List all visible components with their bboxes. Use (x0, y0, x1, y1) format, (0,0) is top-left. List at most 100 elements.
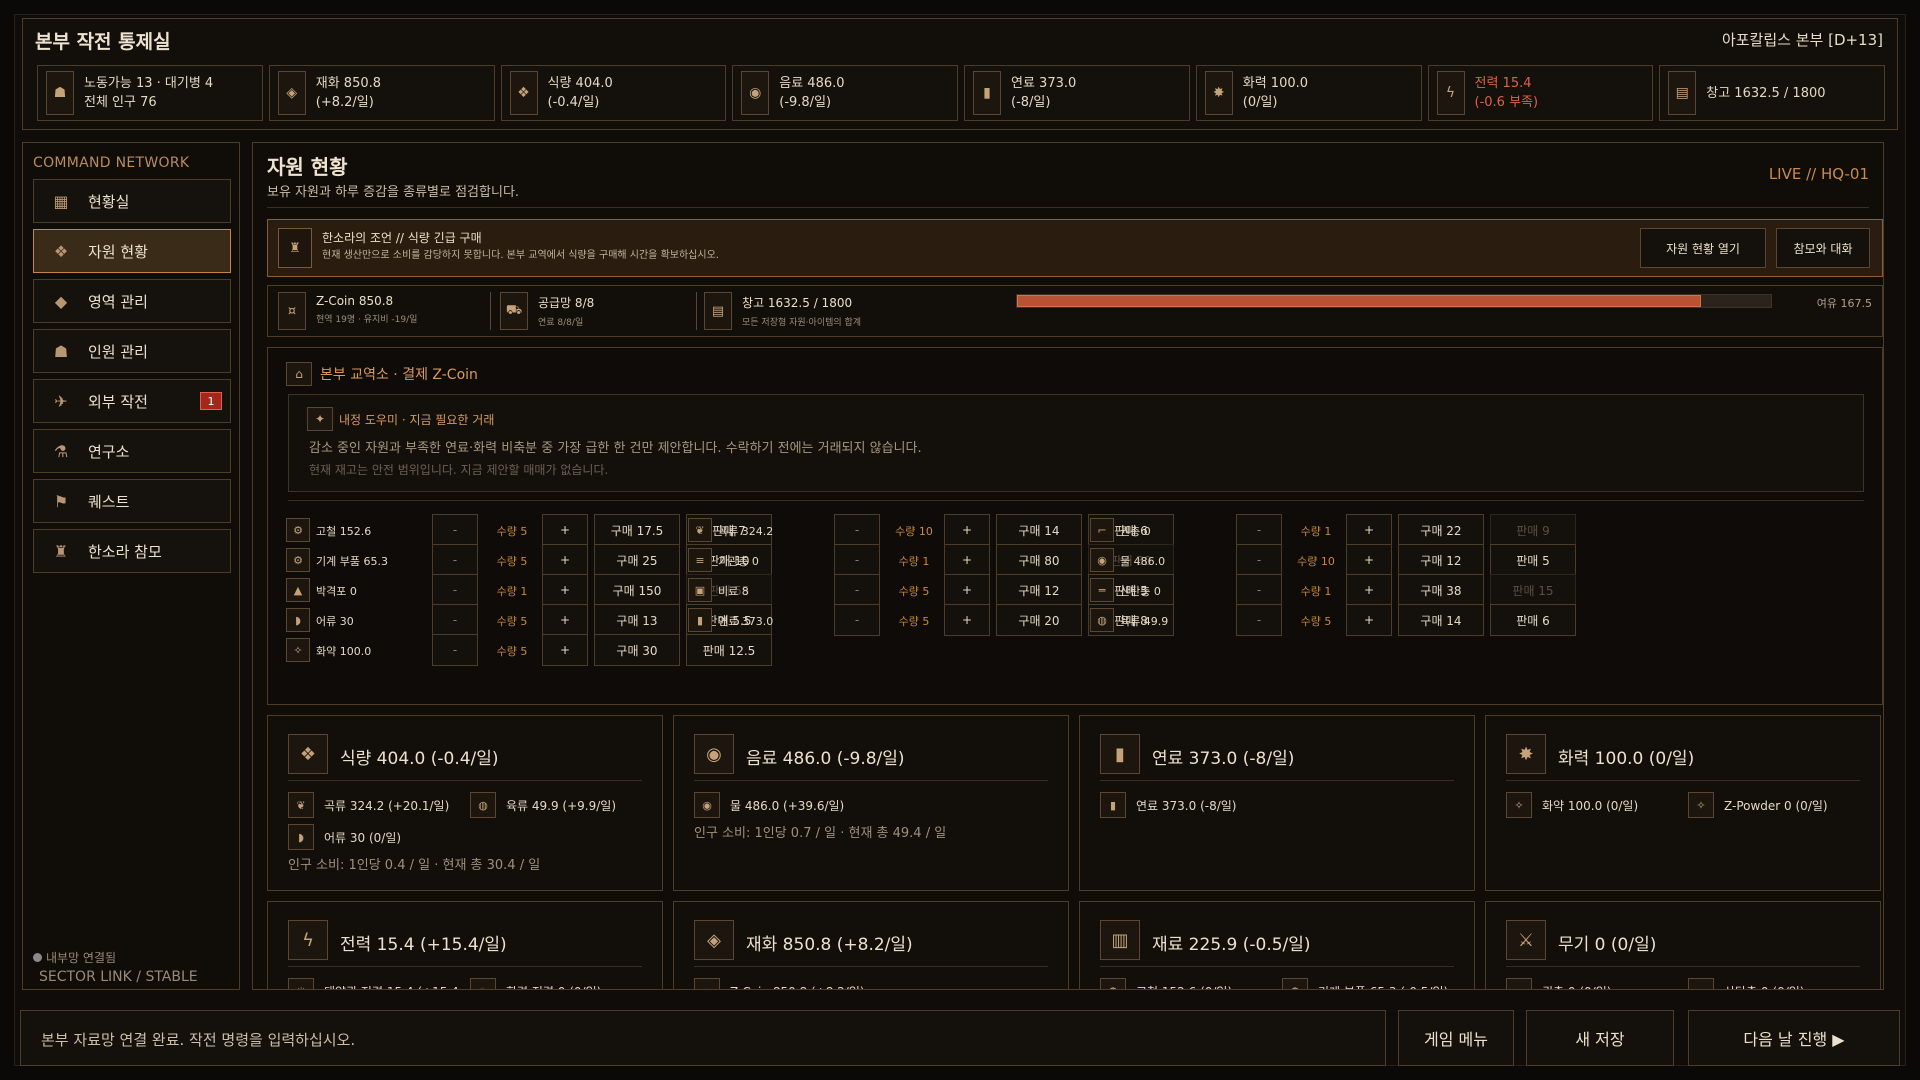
sidebar-item-resources[interactable]: ❖ 자원 현황 (33, 229, 231, 273)
trade-item-name: 육류 49.9 (1120, 615, 1169, 628)
open-resources-button[interactable]: 자원 현황 열기 (1640, 228, 1766, 268)
quantity-decrease-button[interactable]: - (834, 514, 880, 546)
quantity-increase-button[interactable]: + (542, 604, 588, 636)
sidebar-item-territory[interactable]: ◆ 영역 관리 (33, 279, 231, 323)
quantity-increase-button[interactable]: + (1346, 544, 1392, 576)
buy-button[interactable]: 구매 14 (996, 514, 1082, 546)
buy-button[interactable]: 구매 12 (996, 574, 1082, 606)
personnel-icon: ☗ (53, 341, 69, 361)
quantity-decrease-button[interactable]: - (834, 604, 880, 636)
stat-text: 창고 1632.5 / 1800 (1706, 85, 1826, 101)
quantity-decrease-button[interactable]: - (1236, 514, 1282, 546)
quantity-decrease-button[interactable]: - (1236, 604, 1282, 636)
trade-item-name: 산탄총 0 (1120, 585, 1161, 598)
storage-bar (1016, 294, 1772, 308)
buy-button[interactable]: 구매 80 (996, 544, 1082, 576)
sidebar-item-personnel[interactable]: ☗ 인원 관리 (33, 329, 231, 373)
quantity-increase-button[interactable]: + (542, 514, 588, 546)
sub-resource-text: 곡류 324.2 (+20.1/일) (324, 798, 450, 813)
trade-quantity: 수량 5 (496, 555, 528, 568)
sell-button[interactable]: 판매 12.5 (686, 634, 772, 666)
sell-button[interactable]: 판매 5 (1490, 544, 1576, 576)
buy-button[interactable]: 구매 13 (594, 604, 680, 636)
consumption-note: 인구 소비: 1인당 0.7 / 일 · 현재 총 49.4 / 일 (694, 826, 947, 841)
next-day-button[interactable]: 다음 날 진행 ▶ (1688, 1010, 1900, 1066)
sidebar-item-operations[interactable]: ✈ 외부 작전 1 (33, 379, 231, 423)
new-save-button[interactable]: 새 저장 (1526, 1010, 1674, 1066)
power-icon: ϟ (288, 920, 328, 960)
card-title: 음료 486.0 (-9.8/일) (746, 749, 905, 769)
quantity-increase-button[interactable]: + (944, 514, 990, 546)
sub-resource: ¤ Z-Coin 850.8 (+8.2/일) (694, 978, 865, 989)
water-icon: ◉ (694, 734, 734, 774)
divider (694, 780, 1048, 781)
buy-button[interactable]: 구매 25 (594, 544, 680, 576)
quantity-decrease-button[interactable]: - (432, 634, 478, 666)
powder-icon: ✧ (1688, 792, 1714, 818)
quantity-increase-button[interactable]: + (542, 574, 588, 606)
quantity-decrease-button[interactable]: - (1236, 574, 1282, 606)
grain-icon: ❦ (688, 518, 712, 542)
stat-population: ☗ 노동가능 13 · 대기병 4 전체 인구 76 (37, 65, 263, 121)
command-input[interactable]: 본부 자료망 연결 완료. 작전 명령을 입력하십시오. (20, 1010, 1386, 1066)
quantity-decrease-button[interactable]: - (834, 544, 880, 576)
quantity-decrease-button[interactable]: - (432, 514, 478, 546)
quantity-decrease-button[interactable]: - (432, 574, 478, 606)
buy-button[interactable]: 구매 38 (1398, 574, 1484, 606)
sidebar-item-label: 한소라 참모 (88, 542, 162, 561)
buy-button[interactable]: 구매 20 (996, 604, 1082, 636)
quantity-increase-button[interactable]: + (542, 544, 588, 576)
sub-resource-text: 고철 152.6 (0/일) (1136, 983, 1232, 990)
quantity-increase-button[interactable]: + (1346, 604, 1392, 636)
mortar-icon: ▲ (286, 578, 310, 602)
trade-quantity: 수량 1 (898, 555, 930, 568)
sidebar-item-quest[interactable]: ⚑ 퀘스트 (33, 479, 231, 523)
buy-button[interactable]: 구매 17.5 (594, 514, 680, 546)
quantity-increase-button[interactable]: + (944, 574, 990, 606)
card-title: 연료 373.0 (-8/일) (1152, 749, 1295, 769)
territory-icon: ◆ (54, 291, 68, 311)
buy-button[interactable]: 구매 12 (1398, 544, 1484, 576)
supply-sub: 연료 8/8/일 (538, 318, 584, 328)
gunpowder-icon: ✧ (1506, 792, 1532, 818)
quantity-increase-button[interactable]: + (944, 604, 990, 636)
stat-text: 음료 486.0 (-9.8/일) (779, 76, 845, 110)
coin-icon: ¤ (694, 978, 720, 989)
stat-text: 재화 850.8 (+8.2/일) (315, 76, 382, 110)
food-icon: ❖ (288, 734, 328, 774)
command-text: 본부 자료망 연결 완료. 작전 명령을 입력하십시오. (41, 1031, 356, 1049)
quantity-decrease-button[interactable]: - (834, 574, 880, 606)
card-title: 재화 850.8 (+8.2/일) (746, 935, 913, 955)
divider (288, 500, 1864, 501)
top-bar: 본부 작전 통제실 아포칼립스 본부 [D+13] ☗ 노동가능 13 · 대기병… (22, 18, 1898, 130)
sub-resource-text: 연료 373.0 (-8/일) (1136, 798, 1237, 813)
sell-button[interactable]: 판매 6 (1490, 604, 1576, 636)
quantity-increase-button[interactable]: + (1346, 514, 1392, 546)
buy-button[interactable]: 구매 30 (594, 634, 680, 666)
advisor-icon: ♜ (53, 541, 69, 561)
trade-row: ⌐ 권총 0 - 수량 1 + 구매 22 판매 9 (1090, 514, 1580, 546)
market-icon: ⌂ (286, 362, 312, 386)
advisor-title: 한소라의 조언 // 식량 긴급 구매 (322, 231, 482, 245)
quantity-decrease-button[interactable]: - (432, 604, 478, 636)
quantity-decrease-button[interactable]: - (1236, 544, 1282, 576)
sidebar-item-situation-room[interactable]: ▦ 현황실 (33, 179, 231, 223)
gear-icon: ⚙ (286, 548, 310, 572)
quantity-increase-button[interactable]: + (542, 634, 588, 666)
fuel-icon: ▮ (1100, 734, 1140, 774)
meat-icon: ◍ (1090, 608, 1114, 632)
sidebar-item-advisor[interactable]: ♜ 한소라 참모 (33, 529, 231, 573)
helper-note: 현재 재고는 안전 범위입니다. 지금 제안할 매매가 없습니다. (309, 463, 609, 477)
buy-button[interactable]: 구매 14 (1398, 604, 1484, 636)
stat-firepower: ✸ 화력 100.0 (0/일) (1195, 65, 1422, 121)
quantity-increase-button[interactable]: + (1346, 574, 1392, 606)
game-menu-button[interactable]: 게임 메뉴 (1398, 1010, 1514, 1066)
meat-icon: ◍ (470, 792, 496, 818)
talk-advisor-button[interactable]: 참모와 대화 (1776, 228, 1870, 268)
buy-button[interactable]: 구매 22 (1398, 514, 1484, 546)
quantity-increase-button[interactable]: + (944, 544, 990, 576)
buy-button[interactable]: 구매 150 (594, 574, 680, 606)
zcoin-title: Z-Coin 850.8 (316, 294, 394, 308)
sidebar-item-lab[interactable]: ⚗ 연구소 (33, 429, 231, 473)
quantity-decrease-button[interactable]: - (432, 544, 478, 576)
